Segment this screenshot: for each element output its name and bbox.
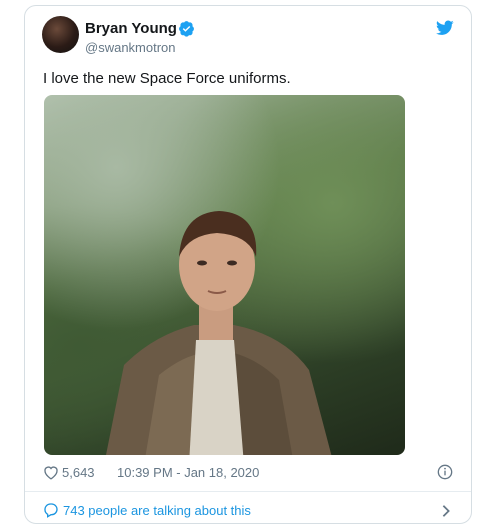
- tweet-card: Bryan Young @swankmotron I love the new …: [24, 5, 472, 524]
- author-name[interactable]: Bryan Young: [85, 20, 177, 37]
- person-figure: [106, 211, 332, 455]
- verified-icon: [179, 21, 194, 37]
- info-icon[interactable]: [437, 464, 453, 480]
- tweet-meta: 5,643 10:39 PM - Jan 18, 2020: [43, 464, 455, 482]
- tweet-photo[interactable]: [44, 95, 405, 455]
- conversation-link[interactable]: 743 people are talking about this: [43, 502, 455, 520]
- author-avatar[interactable]: [42, 16, 79, 53]
- chevron-right-icon[interactable]: [441, 504, 451, 518]
- divider: [25, 491, 471, 492]
- tweet-text: I love the new Space Force uniforms.: [43, 70, 291, 87]
- talking-text[interactable]: 743 people are talking about this: [63, 503, 251, 518]
- author-handle[interactable]: @swankmotron: [85, 40, 176, 55]
- like-count[interactable]: 5,643: [62, 465, 95, 480]
- tweet-timestamp[interactable]: 10:39 PM - Jan 18, 2020: [117, 465, 259, 480]
- speech-bubble-icon: [44, 503, 58, 518]
- heart-icon[interactable]: [43, 465, 59, 480]
- twitter-bird-icon[interactable]: [436, 20, 454, 36]
